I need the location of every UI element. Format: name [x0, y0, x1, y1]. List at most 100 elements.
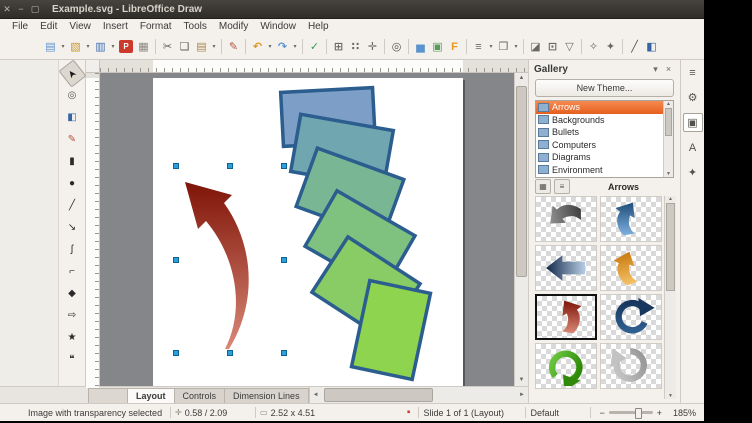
theme-item-diagrams[interactable]: Diagrams [536, 151, 664, 164]
copy-button[interactable]: ❏ [176, 38, 193, 55]
ellipse-tool-button[interactable]: ● [62, 174, 83, 193]
gallery-thumbnail-curved-arrow-gray[interactable] [535, 196, 597, 242]
tab-layout[interactable]: Layout [128, 388, 175, 403]
stars-tool-button[interactable]: ★ [62, 328, 83, 347]
sidebar-gallery-icon[interactable]: ▣ [683, 113, 703, 132]
sidebar-navigator-icon[interactable]: ✦ [683, 163, 703, 182]
zoom-out-button[interactable]: − [599, 408, 604, 418]
edit-points-button[interactable]: ✧ [585, 38, 602, 55]
menu-window[interactable]: Window [254, 21, 302, 32]
line-style-button[interactable]: ╱ [626, 38, 643, 55]
paste-button[interactable]: ▤ [193, 38, 210, 55]
selection-handle[interactable] [281, 163, 287, 169]
shadow-button[interactable]: ◪ [527, 38, 544, 55]
svg-drawing[interactable] [153, 78, 463, 386]
list-view-button[interactable]: ≡ [554, 179, 570, 194]
line-tool-button[interactable]: ╱ [62, 196, 83, 215]
tab-controls[interactable]: Controls [175, 388, 226, 403]
sidebar-sidebar-settings-icon[interactable]: ≡ [683, 63, 703, 82]
insert-fontwork-button[interactable]: F [446, 38, 463, 55]
basic-shapes-tool-button[interactable]: ◆ [62, 284, 83, 303]
gallery-thumbnail-curved-arrow-orange[interactable] [600, 245, 662, 291]
tab-dimension-lines[interactable]: Dimension Lines [225, 388, 309, 403]
redo-dropdown[interactable]: ▾ [291, 43, 299, 50]
zoom-in-button[interactable]: + [657, 408, 662, 418]
selection-handle[interactable] [281, 257, 287, 263]
gallery-thumbnail-curved-arrow-blue[interactable] [600, 196, 662, 242]
select-tool-button[interactable]: ➤ [58, 59, 86, 87]
print-button[interactable]: ▦ [135, 38, 152, 55]
snap-to-grid-button[interactable]: ∷ [347, 38, 364, 55]
undo-dropdown[interactable]: ▾ [266, 43, 274, 50]
spelling-button[interactable]: ✓ [306, 38, 323, 55]
sidebar-properties-icon[interactable]: ⚙ [683, 88, 703, 107]
zoom-slider[interactable] [609, 411, 653, 414]
selection-handle[interactable] [227, 163, 233, 169]
gallery-scrollbar[interactable]: ▲ ▼ [664, 196, 676, 399]
arrange-objects-dropdown[interactable]: ▾ [512, 43, 520, 50]
gallery-thumbnail-circle-arrow-green[interactable] [535, 343, 597, 389]
gallery-thumbnail-curved-arrow-red[interactable] [535, 294, 597, 340]
menu-view[interactable]: View [63, 21, 97, 32]
crop-image-button[interactable]: ⊡ [544, 38, 561, 55]
theme-item-backgrounds[interactable]: Backgrounds [536, 114, 664, 127]
helplines-button[interactable]: ✛ [364, 38, 381, 55]
zoom-button[interactable]: ◎ [388, 38, 405, 55]
scroll-right-button[interactable]: ► [516, 392, 528, 398]
arrow-tool-button[interactable]: ↘ [62, 218, 83, 237]
scroll-thumb[interactable] [665, 108, 672, 136]
zoom-slider-thumb[interactable] [635, 408, 642, 419]
icon-view-button[interactable]: ▦ [535, 179, 551, 194]
canvas-vertical-scrollbar[interactable]: ▲ ▼ [514, 73, 528, 386]
maximize-button[interactable]: ▢ [28, 0, 42, 18]
scroll-track[interactable] [322, 387, 516, 403]
menu-insert[interactable]: Insert [97, 21, 134, 32]
glue-points-button[interactable]: ✦ [602, 38, 619, 55]
fill-color-button[interactable]: ◧ [643, 38, 660, 55]
menu-tools[interactable]: Tools [178, 21, 213, 32]
drawing-page[interactable] [153, 78, 463, 386]
line-color-tool-button[interactable]: ✎ [62, 130, 83, 149]
canvas-horizontal-scrollbar[interactable]: ◄ ► [309, 387, 528, 403]
open-button[interactable]: ▧ [67, 38, 84, 55]
open-dropdown[interactable]: ▾ [84, 43, 92, 50]
block-arrows-tool-button[interactable]: ⇨ [62, 306, 83, 325]
layer-tab-nav[interactable] [88, 388, 128, 403]
gallery-thumbnail-straight-arrow-navy[interactable] [535, 245, 597, 291]
theme-item-arrows[interactable]: Arrows [536, 101, 664, 114]
menu-format[interactable]: Format [134, 21, 178, 32]
paste-dropdown[interactable]: ▾ [210, 43, 218, 50]
zoom-tool-button[interactable]: ◎ [62, 86, 83, 105]
insert-chart-button[interactable]: ▅ [412, 38, 429, 55]
image-filter-button[interactable]: ▽ [561, 38, 578, 55]
new-drawing-dropdown[interactable]: ▾ [59, 43, 67, 50]
menu-file[interactable]: File [6, 21, 34, 32]
undo-button[interactable]: ↶ [249, 38, 266, 55]
fill-color-tool-button[interactable]: ◧ [62, 108, 83, 127]
selection-handle[interactable] [281, 350, 287, 356]
new-drawing-button[interactable]: ▤ [42, 38, 59, 55]
gallery-thumbnail-circle-arrow-gray-outline[interactable] [600, 343, 662, 389]
selection-handle[interactable] [227, 350, 233, 356]
scroll-down-button[interactable]: ▼ [515, 375, 528, 386]
cut-button[interactable]: ✂ [159, 38, 176, 55]
minimize-button[interactable]: − [14, 0, 28, 18]
align-objects-button[interactable]: ≡ [470, 38, 487, 55]
gallery-thumbnail-circle-arrow-navy[interactable] [600, 294, 662, 340]
panel-menu-icon[interactable]: ▾ [649, 64, 662, 75]
save-dropdown[interactable]: ▾ [109, 43, 117, 50]
theme-list-scrollbar[interactable]: ▲ ▼ [663, 101, 673, 177]
save-button[interactable]: ▥ [92, 38, 109, 55]
export-pdf-button[interactable]: P [119, 40, 133, 53]
rectangle-tool-button[interactable]: ▮ [62, 152, 83, 171]
callouts-tool-button[interactable]: ❝ [62, 350, 83, 369]
panel-close-icon[interactable]: × [662, 64, 675, 74]
selection-handle[interactable] [173, 163, 179, 169]
scroll-up-button[interactable]: ▲ [515, 73, 528, 84]
sidebar-styles-icon[interactable]: A [683, 138, 703, 157]
canvas[interactable] [100, 73, 514, 386]
curve-tool-button[interactable]: ʃ [62, 240, 83, 259]
scroll-track[interactable] [515, 84, 528, 375]
clone-formatting-button[interactable]: ✎ [225, 38, 242, 55]
display-grid-button[interactable]: ⊞ [330, 38, 347, 55]
